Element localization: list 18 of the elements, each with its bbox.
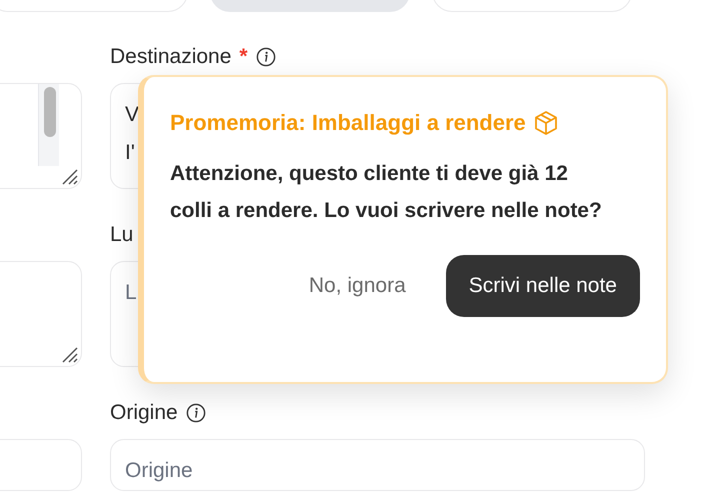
resize-handle-icon[interactable] xyxy=(60,345,78,363)
field-value-line: I' xyxy=(125,140,135,166)
input-field[interactable]: Origine xyxy=(110,439,645,491)
field-label: Lu xyxy=(110,223,134,247)
popover-title: Promemoria: Imballaggi a rendere xyxy=(170,110,526,136)
field-value-line: V xyxy=(125,102,140,128)
field-placeholder: L xyxy=(125,280,137,306)
resize-handle-icon[interactable] xyxy=(60,167,78,185)
write-in-notes-button[interactable]: Scrivi nelle note xyxy=(446,255,640,317)
ignore-button[interactable]: No, ignora xyxy=(308,274,406,298)
popover-message: Attenzione, questo cliente ti deve già 12 colli a rendere. Lo vuoi scrivere nelle note? xyxy=(170,161,603,224)
scrollbar-thumb[interactable] xyxy=(44,87,56,137)
info-icon[interactable] xyxy=(256,47,276,67)
info-icon[interactable] xyxy=(186,403,206,423)
field-label: Origine xyxy=(110,401,178,425)
required-mark: * xyxy=(239,45,248,69)
field-placeholder: Origine xyxy=(125,458,193,484)
field-label: Destinazione xyxy=(110,45,232,69)
